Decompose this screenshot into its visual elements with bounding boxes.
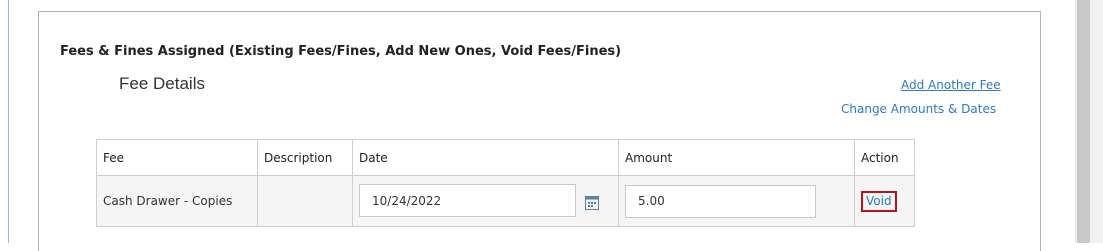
column-header-description: Description <box>257 139 353 176</box>
fee-cell: Cash Drawer - Copies <box>96 175 258 227</box>
outer-frame-line <box>8 0 9 243</box>
description-cell <box>257 175 353 227</box>
date-input[interactable] <box>359 184 576 217</box>
change-amounts-dates-link[interactable]: Change Amounts & Dates <box>841 102 996 116</box>
add-another-fee-link[interactable]: Add Another Fee <box>901 78 1001 92</box>
void-link[interactable]: Void <box>861 190 897 212</box>
section-title: Fees & Fines Assigned (Existing Fees/Fin… <box>60 44 622 59</box>
column-header-fee: Fee <box>96 139 258 176</box>
amount-cell <box>618 175 855 227</box>
amount-input[interactable] <box>625 184 816 218</box>
column-header-action: Action <box>854 139 915 176</box>
table-header-row: Fee Description Date Amount Action <box>96 139 915 176</box>
fees-table: Fee Description Date Amount Action Cash … <box>96 139 915 227</box>
fee-details-heading: Fee Details <box>119 74 205 93</box>
column-header-amount: Amount <box>618 139 855 176</box>
date-cell <box>352 175 619 227</box>
column-header-date: Date <box>352 139 619 176</box>
table-row: Cash Drawer - Copies 10/24/2022 5.00 Voi… <box>96 175 915 227</box>
action-cell: Void <box>854 175 915 227</box>
scrollbar-thumb[interactable] <box>1077 0 1090 243</box>
calendar-icon[interactable] <box>585 196 599 210</box>
